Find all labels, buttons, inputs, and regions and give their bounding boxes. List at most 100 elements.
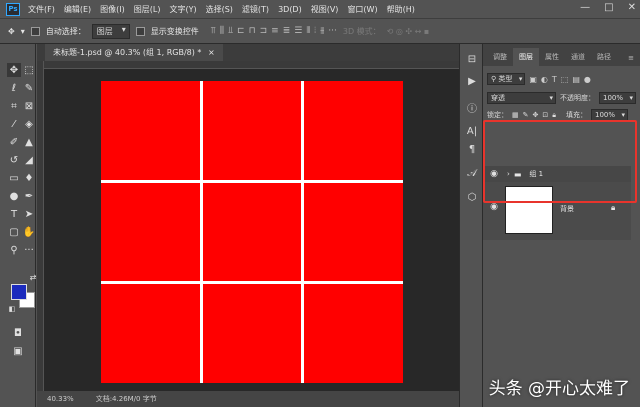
hand-tool-icon[interactable]: ✋: [22, 225, 36, 239]
align-left-icon[interactable]: ⊏: [237, 26, 245, 36]
filter-kind-label: 类型: [498, 75, 513, 83]
more-tools-icon[interactable]: ···: [22, 243, 36, 257]
lock-artboard-icon[interactable]: ⊡: [542, 111, 548, 119]
tool-preset-dropdown-icon[interactable]: ▾: [21, 27, 25, 36]
tab-layers[interactable]: 图层: [513, 48, 539, 66]
fill-input[interactable]: 100%: [590, 109, 628, 121]
tab-channels[interactable]: 通道: [565, 48, 591, 66]
document-size[interactable]: 文档:4.26M/0 字节: [96, 394, 157, 404]
dodge-tool-icon[interactable]: ●: [7, 189, 21, 203]
maximize-icon[interactable]: □: [604, 2, 613, 13]
glyphs-panel-icon[interactable]: 𝒜: [465, 166, 479, 180]
menu-type[interactable]: 文字(Y): [169, 4, 196, 15]
paragraph-panel-icon[interactable]: ¶: [465, 142, 479, 156]
menu-window[interactable]: 窗口(W): [347, 4, 377, 15]
lock-all-icon[interactable]: 🔒︎: [552, 111, 556, 120]
lock-image-icon[interactable]: ✎: [523, 111, 529, 119]
filter-pixel-icon[interactable]: ▣: [529, 75, 537, 84]
tab-properties[interactable]: 属性: [539, 48, 565, 66]
align-hcenter-icon[interactable]: ⊓: [249, 26, 256, 36]
eyedropper-tool-icon[interactable]: ⁄: [7, 117, 21, 131]
close-tab-icon[interactable]: ×: [208, 48, 215, 57]
zoom-tool-icon[interactable]: ⚲: [7, 243, 21, 257]
move-tool-icon[interactable]: ✥: [8, 27, 15, 36]
lock-transparent-icon[interactable]: ▦: [512, 111, 519, 119]
move-tool-icon[interactable]: ✥: [7, 63, 21, 77]
close-icon[interactable]: ✕: [628, 2, 636, 13]
more-options-icon[interactable]: ···: [328, 26, 337, 36]
panel-menu-icon[interactable]: ≡: [622, 50, 640, 66]
zoom-level[interactable]: 40.33%: [47, 395, 74, 403]
actions-panel-icon[interactable]: ▶: [465, 74, 479, 88]
path-select-tool-icon[interactable]: ➤: [22, 207, 36, 221]
stamp-tool-icon[interactable]: ▲: [22, 135, 36, 149]
pen-tool-icon[interactable]: ✒: [22, 189, 36, 203]
tab-paths[interactable]: 路径: [591, 48, 617, 66]
character-panel-icon[interactable]: A|: [465, 124, 479, 138]
blur-tool-icon[interactable]: ♦: [22, 171, 36, 185]
menu-edit[interactable]: 编辑(E): [64, 4, 91, 15]
minimize-icon[interactable]: —: [580, 2, 590, 13]
frame-tool-icon[interactable]: ⊠: [22, 99, 36, 113]
tab-adjustments[interactable]: 调整: [487, 48, 513, 66]
distribute-right-icon[interactable]: ⫵: [320, 26, 324, 36]
quick-mask-icon[interactable]: ◘: [11, 326, 25, 340]
auto-select-dropdown[interactable]: 图层: [91, 23, 130, 39]
distribute-hcenter-icon[interactable]: ⦙: [314, 26, 316, 36]
healing-brush-icon[interactable]: ◈: [22, 117, 36, 131]
blend-mode-dropdown[interactable]: 穿透: [487, 92, 556, 104]
filter-adjustment-icon[interactable]: ◐: [541, 75, 548, 84]
layer-row-group[interactable]: ◉ › ▬ 组 1: [483, 166, 631, 182]
filter-smart-object-icon[interactable]: ▤: [572, 75, 580, 84]
history-brush-icon[interactable]: ↺: [7, 153, 21, 167]
lasso-tool-icon[interactable]: ℓ: [7, 81, 21, 95]
align-right-icon[interactable]: ⊐: [260, 26, 268, 36]
foreground-color-swatch[interactable]: [11, 284, 27, 300]
menu-image[interactable]: 图像(I): [100, 4, 125, 15]
filter-toggle-icon[interactable]: ●: [584, 75, 591, 84]
lock-position-icon[interactable]: ✥: [533, 111, 539, 119]
filter-shape-icon[interactable]: ⬚: [561, 75, 569, 84]
filter-type-icon[interactable]: T: [552, 75, 557, 84]
align-top-icon[interactable]: ⫪: [211, 26, 216, 36]
rectangle-tool-icon[interactable]: ▢: [7, 225, 21, 239]
menu-3d[interactable]: 3D(D): [278, 5, 302, 14]
distribute-bottom-icon[interactable]: ☰: [294, 26, 302, 36]
crop-tool-icon[interactable]: ⌗: [7, 99, 21, 113]
align-vcenter-icon[interactable]: ⫼: [220, 26, 224, 36]
quick-select-tool-icon[interactable]: ✎: [22, 81, 36, 95]
menu-layer[interactable]: 图层(L): [134, 4, 161, 15]
3d-panel-icon[interactable]: ⬡: [465, 190, 479, 204]
show-transform-checkbox[interactable]: [135, 26, 145, 36]
menu-view[interactable]: 视图(V): [311, 4, 339, 15]
menu-select[interactable]: 选择(S): [206, 4, 233, 15]
visibility-eye-icon[interactable]: ◉: [487, 167, 501, 181]
filter-kind-dropdown[interactable]: ⚲ 类型: [487, 73, 526, 85]
auto-select-checkbox[interactable]: [30, 26, 40, 36]
expand-chevron-icon[interactable]: ›: [507, 170, 510, 178]
type-tool-icon[interactable]: T: [7, 207, 21, 221]
screen-mode-icon[interactable]: ▣: [11, 344, 25, 358]
distribute-left-icon[interactable]: ⫴: [306, 26, 310, 36]
layer-name[interactable]: 组 1: [529, 169, 543, 179]
info-panel-icon[interactable]: ⓘ: [465, 100, 479, 115]
horizontal-ruler: [43, 61, 459, 69]
document-canvas[interactable]: [101, 81, 403, 383]
layer-row-background[interactable]: ◉ 背景 🔒︎: [483, 182, 631, 240]
visibility-eye-icon[interactable]: ◉: [487, 200, 501, 214]
marquee-tool-icon[interactable]: ⬚: [22, 63, 36, 77]
history-panel-icon[interactable]: ⊟: [465, 52, 479, 66]
distribute-top-icon[interactable]: ≡: [271, 26, 279, 36]
document-tab[interactable]: 未标题-1.psd @ 40.3% (组 1, RGB/8) * ×: [45, 44, 223, 61]
opacity-input[interactable]: 100%: [598, 92, 636, 104]
menu-file[interactable]: 文件(F): [28, 4, 55, 15]
distribute-vcenter-icon[interactable]: ≣: [283, 26, 291, 36]
menu-filter[interactable]: 滤镜(T): [242, 4, 269, 15]
gradient-tool-icon[interactable]: ▭: [7, 171, 21, 185]
brush-tool-icon[interactable]: ✐: [7, 135, 21, 149]
default-colors-icon[interactable]: ◧: [5, 302, 19, 316]
layer-name[interactable]: 背景: [560, 204, 574, 214]
align-bottom-icon[interactable]: ⫫: [228, 26, 233, 36]
eraser-tool-icon[interactable]: ◢: [22, 153, 36, 167]
menu-help[interactable]: 帮助(H): [387, 4, 415, 15]
